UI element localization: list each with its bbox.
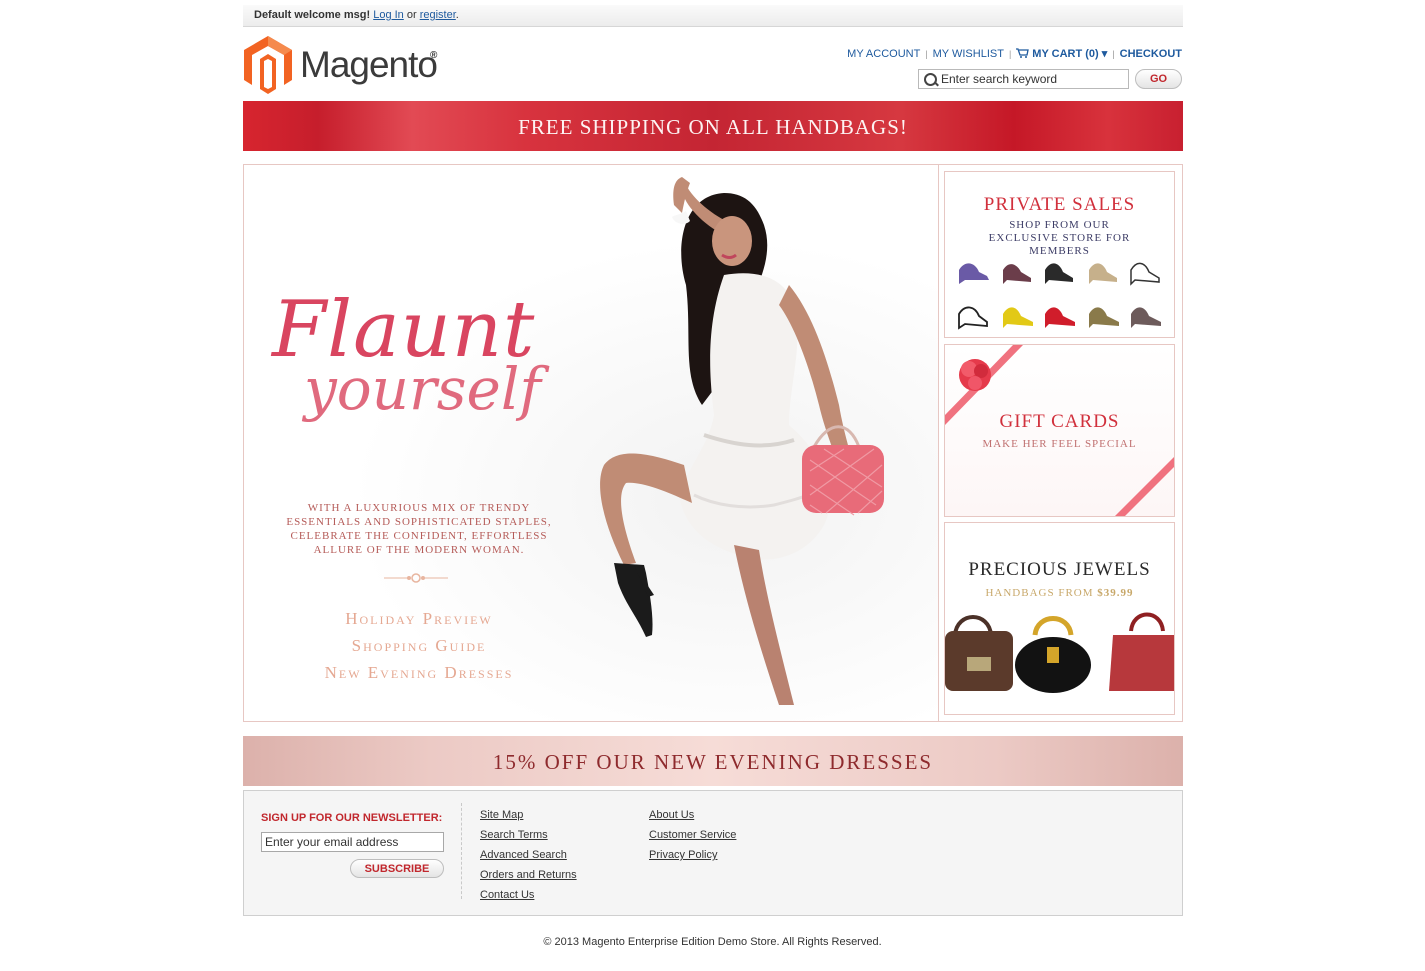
separator: | (1112, 49, 1115, 59)
handbags-image (945, 612, 1174, 693)
subscribe-button[interactable]: SUBSCRIBE (350, 859, 444, 878)
magento-logo[interactable]: Magento ® (243, 36, 443, 94)
advanced-search-link[interactable]: Advanced Search (480, 845, 577, 865)
search-go-button[interactable]: GO (1135, 69, 1182, 89)
footer-links-col-1: Site Map Search Terms Advanced Search Or… (480, 805, 577, 905)
gift-cards-subtitle: MAKE HER FEEL SPECIAL (982, 438, 1137, 450)
shoe-icon (959, 263, 989, 284)
logo-registered-mark: ® (430, 50, 438, 61)
hero-blurb: WITH A LUXURIOUS MIX OF TRENDY ESSENTIAL… (286, 502, 552, 556)
private-sales-title: PRIVATE SALES (983, 194, 1136, 215)
privacy-policy-link[interactable]: Privacy Policy (649, 845, 736, 865)
welcome-period: . (455, 9, 459, 21)
search-input[interactable] (941, 71, 1121, 87)
gift-cards-title: GIFT CARDS (999, 411, 1120, 432)
free-shipping-banner[interactable]: FREE SHIPPING ON ALL HANDBAGS! (243, 101, 1183, 151)
search-icon (924, 73, 937, 86)
gift-cards-promo[interactable]: GIFT CARDS MAKE HER FEEL SPECIAL (944, 344, 1175, 517)
shoe-grid-image (958, 262, 1161, 330)
about-us-link[interactable]: About Us (649, 805, 736, 825)
separator: | (1008, 49, 1012, 59)
handbag-price: $39.99 (1097, 587, 1134, 599)
separator: | (925, 49, 928, 59)
main-content: Flaunt yourself WITH A LUXURIOUS MIX OF … (243, 164, 1183, 722)
holiday-preview-link[interactable]: Holiday Preview (284, 605, 554, 632)
my-wishlist-link[interactable]: MY WISHLIST (933, 48, 1004, 60)
footer: SIGN UP FOR OUR NEWSLETTER: SUBSCRIBE Si… (243, 790, 1183, 916)
hero-title-yourself: yourself (304, 355, 541, 423)
cart-icon (1016, 48, 1030, 58)
precious-jewels-promo[interactable]: PRECIOUS JEWELS HANDBAGS FROM $39.99 (944, 522, 1175, 715)
welcome-bar: Default welcome msg! Log In or register. (243, 5, 1183, 27)
hero-links: Holiday Preview Shopping Guide New Eveni… (284, 605, 554, 686)
logo-wordmark: Magento (300, 44, 438, 85)
welcome-message: Default welcome msg! (254, 9, 371, 21)
header-links: MY ACCOUNT | MY WISHLIST | MY CART (0) ▾ | CHE… (847, 47, 1182, 60)
hero-banner[interactable]: Flaunt yourself WITH A LUXURIOUS MIX OF … (244, 165, 939, 721)
footer-divider (461, 803, 462, 899)
cart-label: MY CART (0) (1032, 48, 1099, 60)
welcome-or: or (406, 9, 417, 21)
orders-and-returns-link[interactable]: Orders and Returns (480, 865, 577, 885)
search-terms-link[interactable]: Search Terms (480, 825, 577, 845)
contact-us-link[interactable]: Contact Us (480, 885, 577, 905)
magento-logo-icon (244, 36, 292, 94)
login-link[interactable]: Log In (373, 9, 404, 21)
search-box (918, 69, 1129, 89)
evening-dresses-banner[interactable]: 15% OFF OUR NEW EVENING DRESSES (243, 736, 1183, 786)
cart-caret-icon: ▾ (1101, 48, 1108, 60)
shopping-guide-link[interactable]: Shopping Guide (284, 632, 554, 659)
checkout-link[interactable]: CHECKOUT (1120, 48, 1182, 60)
new-evening-dresses-link[interactable]: New Evening Dresses (284, 659, 554, 686)
precious-jewels-title: PRECIOUS JEWELS (968, 559, 1151, 580)
newsletter-title: SIGN UP FOR OUR NEWSLETTER: (261, 812, 443, 824)
newsletter-email-input[interactable] (261, 832, 444, 852)
register-link[interactable]: register (420, 9, 456, 21)
my-account-link[interactable]: MY ACCOUNT (847, 48, 920, 60)
site-map-link[interactable]: Site Map (480, 805, 577, 825)
footer-links-col-2: About Us Customer Service Privacy Policy (649, 805, 736, 865)
precious-jewels-subtitle: HANDBAGS FROM $39.99 (945, 587, 1174, 600)
ornament-divider-icon (384, 573, 448, 583)
handbags-from-label: HANDBAGS FROM (985, 587, 1098, 599)
customer-service-link[interactable]: Customer Service (649, 825, 736, 845)
copyright: © 2013 Magento Enterprise Edition Demo S… (543, 936, 882, 948)
model-photo (600, 177, 884, 705)
private-sales-promo[interactable]: PRIVATE SALES SHOP FROM OUR EXCLUSIVE ST… (944, 171, 1175, 338)
my-cart-link[interactable]: MY CART (0) ▾ (1016, 48, 1107, 60)
